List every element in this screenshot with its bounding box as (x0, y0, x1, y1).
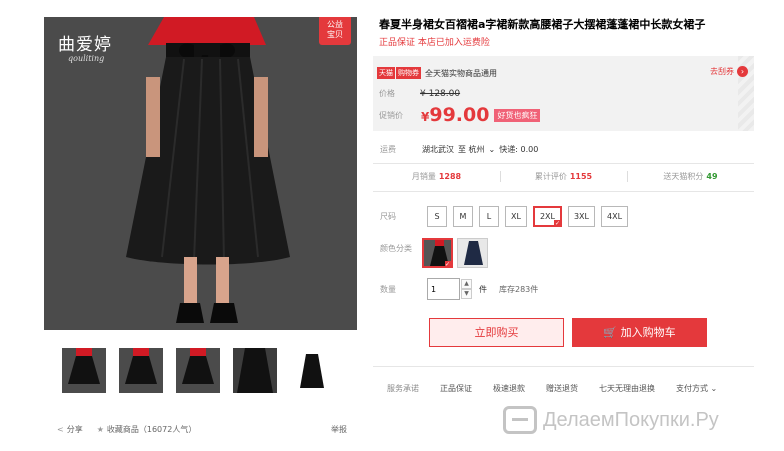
size-option-m[interactable]: M (453, 206, 473, 227)
size-option-4xl[interactable]: 4XL (601, 206, 629, 227)
share-bar: < 分享 ★ 收藏商品 （16072人气） 举报 (57, 424, 347, 435)
monthly-sales: 月销量 1288 (373, 171, 500, 182)
thumbnail[interactable] (62, 348, 106, 393)
size-option-3xl[interactable]: 3XL (567, 206, 595, 227)
promo-text: 全天猫实物商品通用 (425, 68, 497, 78)
monthly-sales-value: 1288 (438, 172, 462, 181)
shopping-coupon-tag: 购物券 (396, 67, 421, 79)
charity-badge-line2: 宝贝 (327, 30, 343, 39)
thumbnail[interactable] (233, 348, 277, 393)
size-label: 尺码 (380, 212, 396, 221)
service-label: 服务承诺 (387, 384, 419, 393)
quantity-row: 数量 ▲ ▼ 件 库存283件 (380, 278, 538, 300)
wallet-icon (503, 406, 537, 434)
promo-row: 天猫 购物券 全天猫实物商品通用 (377, 67, 497, 79)
quantity-label: 数量 (380, 284, 396, 294)
tmall-points-label: 送天猫积分 (663, 172, 704, 181)
color-swatch-black[interactable] (422, 238, 453, 268)
quantity-unit: 件 (479, 284, 487, 294)
cart-icon: 🛒 (603, 326, 618, 339)
thumbnail[interactable] (290, 348, 334, 393)
chevron-right-icon: › (737, 66, 748, 77)
sale-price: ¥99.00 (421, 104, 489, 126)
size-option-2xl[interactable]: 2XL (532, 206, 562, 227)
ship-from: 湖北武汉 (422, 145, 454, 154)
payment-methods-dropdown[interactable]: 支付方式 ⌄ (676, 383, 717, 394)
favorite-link[interactable]: 收藏商品 (107, 424, 139, 435)
brand-logo-en: qouliting (68, 54, 105, 63)
star-icon: ★ (96, 425, 104, 434)
buy-now-button[interactable]: 立即购买 (429, 318, 564, 347)
product-title: 春夏半身裙女百褶裙a字裙新款高腰裙子大摆裙蓬蓬裙中长款女裙子 (379, 18, 706, 31)
product-subtitle: 正品保证 本店已加入运费险 (379, 38, 490, 48)
shipping-label: 运费 (380, 145, 396, 154)
size-selector: 尺码 S M L XL 2XL 3XL 4XL (380, 206, 629, 227)
size-option-s[interactable]: S (427, 206, 447, 227)
coupon-link[interactable]: 去刮券 › (710, 66, 748, 77)
service-item[interactable]: 极速退款 (493, 383, 525, 394)
watermark-text: ДелаемПокупки.Ру (543, 408, 719, 431)
skirt-model-illustration (126, 17, 290, 323)
monthly-sales-label: 月销量 (411, 172, 436, 181)
thumbnail-strip (62, 348, 334, 393)
color-swatch-navy[interactable] (457, 238, 488, 268)
review-count-label: 累计评价 (534, 172, 567, 181)
watermark: ДелаемПокупки.Ру (503, 406, 719, 434)
quantity-stepper: ▲ ▼ (461, 279, 472, 299)
original-price-row: 价格 ¥ 128.00 (379, 88, 460, 99)
add-to-cart-label: 加入购物车 (620, 326, 676, 339)
thumbnail[interactable] (176, 348, 220, 393)
size-options: S M L XL 2XL 3XL 4XL (427, 206, 629, 227)
sale-price-row: 促销价 ¥99.00 好货也疯狂 (379, 104, 541, 126)
quantity-input[interactable] (427, 278, 460, 300)
review-count-value: 1155 (569, 172, 593, 181)
sale-tag: 好货也疯狂 (494, 108, 541, 122)
charity-badge: 公益 宝贝 (319, 17, 351, 45)
thumbnail[interactable] (119, 348, 163, 393)
ship-detail: 快递: 0.00 (499, 145, 539, 154)
report-link[interactable]: 举报 (331, 424, 347, 435)
original-price-label: 价格 (379, 89, 395, 98)
chevron-down-icon[interactable]: ⌄ (489, 145, 496, 154)
coupon-label: 去刮券 (710, 67, 734, 76)
brand-logo-cn: 曲爱婷 (58, 35, 112, 55)
divider (373, 366, 754, 367)
service-promises: 服务承诺 正品保证 极速退款 赠送退货 七天无理由退换 支付方式 ⌄ (387, 383, 738, 394)
service-item[interactable]: 七天无理由退换 (599, 383, 655, 394)
size-option-xl[interactable]: XL (505, 206, 527, 227)
service-item[interactable]: 赠送退货 (546, 383, 578, 394)
add-to-cart-button[interactable]: 🛒 加入购物车 (572, 318, 707, 347)
ship-to-select[interactable]: 至 杭州 (458, 144, 485, 155)
increment-icon[interactable]: ▲ (461, 279, 472, 289)
color-selector: 颜色分类 (380, 238, 488, 268)
review-count[interactable]: 累计评价 1155 (500, 171, 627, 182)
sales-stats: 月销量 1288 累计评价 1155 送天猫积分 49 (373, 171, 754, 182)
size-option-l[interactable]: L (479, 206, 499, 227)
color-options (422, 238, 488, 268)
service-item[interactable]: 正品保证 (440, 383, 472, 394)
share-icon: < (57, 425, 64, 434)
divider (373, 191, 754, 192)
stock-count: 库存283件 (499, 284, 539, 294)
price-panel: 天猫 购物券 全天猫实物商品通用 去刮券 › 价格 ¥ 128.00 促销价 ¥… (373, 56, 754, 131)
charity-badge-line1: 公益 (327, 20, 343, 29)
tmall-tag: 天猫 (377, 67, 395, 79)
original-price: ¥ 128.00 (420, 88, 461, 99)
main-product-image: 曲爱婷 qouliting 公益 宝贝 (44, 17, 357, 330)
shipping-row: 运费 湖北武汉 至 杭州 ⌄ 快递: 0.00 (380, 144, 538, 155)
divider (373, 163, 754, 164)
tmall-points: 送天猫积分 49 (627, 171, 754, 182)
sale-price-label: 促销价 (379, 110, 403, 120)
share-link[interactable]: 分享 (67, 424, 83, 435)
favorite-count: （16072人气） (138, 425, 197, 434)
sale-price-value: 99.00 (429, 104, 490, 126)
color-label: 颜色分类 (380, 244, 412, 253)
tmall-points-value: 49 (706, 172, 718, 181)
decrement-icon[interactable]: ▼ (461, 289, 472, 299)
